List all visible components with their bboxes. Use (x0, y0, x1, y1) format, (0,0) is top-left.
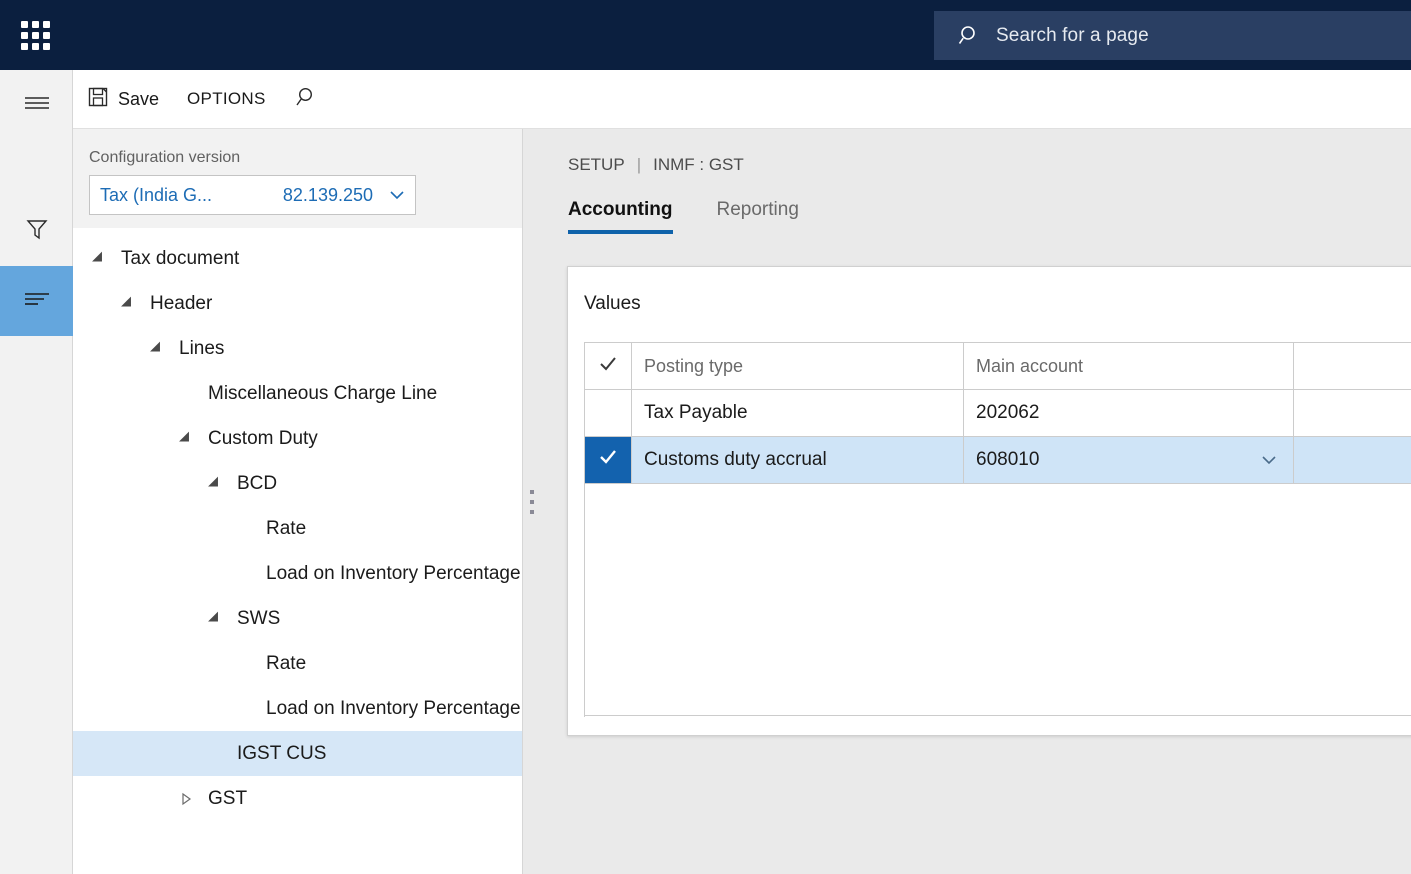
tree-node-label: Load on Inventory Percentage (266, 697, 521, 719)
tree-node[interactable]: Load on Inventory Percentage (73, 686, 522, 731)
column-header-posting-type[interactable]: Posting type (632, 343, 964, 390)
chevron-down-icon (387, 185, 407, 205)
tree-node[interactable]: IGST CUS (73, 731, 522, 776)
tree-node[interactable]: SWS (73, 596, 522, 641)
values-grid: Posting type Main account Tax Payable 202… (584, 342, 1411, 717)
tree-node-label: Header (150, 292, 213, 314)
row-select-checkbox[interactable] (585, 437, 632, 484)
save-floppy-icon (87, 86, 109, 113)
left-icon-rail (0, 70, 73, 874)
row-select-checkbox[interactable] (585, 390, 632, 437)
tree-node[interactable]: GST (73, 776, 522, 821)
cell-posting-type[interactable]: Customs duty accrual (632, 437, 964, 484)
app-launcher-grid-icon (20, 20, 50, 50)
checkmark-icon (598, 447, 618, 473)
tab-reporting[interactable]: Reporting (717, 199, 799, 234)
save-button-label: Save (118, 88, 160, 109)
tree-node-label: Load on Inventory Percentage (266, 562, 521, 584)
save-button[interactable]: Save (73, 70, 173, 128)
content-tabs: Accounting Reporting (540, 175, 1411, 234)
breadcrumb-separator: | (636, 155, 642, 174)
column-header-main-account[interactable]: Main account (964, 343, 1294, 390)
app-launcher-button[interactable] (0, 0, 70, 70)
breadcrumb-root[interactable]: SETUP (568, 155, 625, 175)
values-grid-empty-space (585, 484, 1411, 716)
tree-node[interactable]: Miscellaneous Charge Line (73, 371, 522, 416)
tree-expand-arrow-open-icon[interactable] (143, 341, 171, 356)
global-search-input[interactable]: Search for a page (934, 11, 1411, 60)
tree-node[interactable]: Tax document (73, 236, 522, 281)
rail-navigation-menu-button[interactable] (0, 70, 73, 140)
tree-expand-arrow-open-icon[interactable] (85, 251, 113, 266)
values-grid-header-row: Posting type Main account (585, 343, 1411, 390)
tree-panel: Configuration version Tax (India G... 82… (73, 129, 523, 874)
table-row[interactable]: Customs duty accrual 608010 (585, 437, 1411, 484)
global-search-placeholder: Search for a page (996, 24, 1149, 46)
values-card-title: Values (584, 293, 641, 314)
action-pane: Save OPTIONS (73, 70, 1411, 129)
main-content-area: SETUP | INMF : GST Accounting Reporting … (540, 129, 1411, 874)
tax-document-tree: Tax document Header Lines Miscellaneous Cha… (73, 228, 522, 874)
tree-node[interactable]: Lines (73, 326, 522, 371)
tree-expand-arrow-open-icon[interactable] (201, 611, 229, 626)
action-pane-search-button[interactable] (280, 70, 330, 128)
tree-node-label: IGST CUS (237, 742, 327, 764)
tree-node-label: Lines (179, 337, 225, 359)
tree-node-label: Custom Duty (208, 427, 318, 449)
hamburger-icon (24, 94, 50, 117)
cell-posting-type[interactable]: Tax Payable (632, 390, 964, 437)
cell-main-account[interactable]: 608010 (964, 437, 1294, 484)
options-menu-button[interactable]: OPTIONS (173, 70, 280, 128)
search-icon (958, 24, 982, 48)
column-header-empty (1294, 343, 1411, 390)
tree-expand-arrow-open-icon[interactable] (114, 296, 142, 311)
configuration-version-number: 82.139.250 (282, 184, 373, 205)
panel-splitter[interactable] (523, 129, 540, 874)
tree-expand-arrow-open-icon[interactable] (201, 476, 229, 491)
chevron-down-icon[interactable] (1259, 450, 1279, 470)
cell-main-account[interactable]: 202062 (964, 390, 1294, 437)
tree-node-label: Tax document (121, 247, 240, 269)
rail-filter-button[interactable] (0, 196, 73, 266)
options-button-label: OPTIONS (187, 89, 266, 108)
tree-node[interactable]: Rate (73, 641, 522, 686)
list-outline-icon (24, 290, 50, 313)
table-row[interactable]: Tax Payable 202062 (585, 390, 1411, 437)
tree-node-label: Rate (266, 517, 307, 539)
top-navigation-bar: Search for a page (0, 0, 1411, 70)
tree-node[interactable]: Header (73, 281, 522, 326)
tree-node[interactable]: Load on Inventory Percentage (73, 551, 522, 596)
tree-node[interactable]: Custom Duty (73, 416, 522, 461)
checkmark-icon (598, 354, 618, 379)
cell-empty (1294, 390, 1411, 437)
select-all-checkbox-header[interactable] (585, 343, 632, 390)
tree-expand-arrow-open-icon[interactable] (172, 431, 200, 446)
tree-node-label: BCD (237, 472, 278, 494)
tree-expand-arrow-closed-icon[interactable] (172, 792, 200, 806)
tree-node-label: Miscellaneous Charge Line (208, 382, 438, 404)
search-icon (294, 86, 316, 113)
configuration-version-select[interactable]: Tax (India G... 82.139.250 (89, 175, 416, 215)
tree-node-label: GST (208, 787, 248, 809)
tree-node[interactable]: Rate (73, 506, 522, 551)
drag-handle-dots-icon (529, 489, 534, 514)
configuration-version-area: Configuration version Tax (India G... 82… (73, 129, 522, 228)
tree-node-label: Rate (266, 652, 307, 674)
cell-empty (1294, 437, 1411, 484)
tree-node[interactable]: BCD (73, 461, 522, 506)
tab-accounting[interactable]: Accounting (568, 199, 673, 234)
funnel-icon (25, 217, 49, 246)
rail-outline-button[interactable] (0, 266, 73, 336)
tree-node-label: SWS (237, 607, 281, 629)
breadcrumb: SETUP | INMF : GST (540, 129, 1411, 175)
cell-main-account-value: 608010 (976, 449, 1040, 470)
configuration-version-name: Tax (India G... (100, 184, 213, 205)
cell-main-account-value: 202062 (976, 402, 1040, 423)
values-card: Values Posting type Main account Tax Pay… (567, 266, 1411, 736)
configuration-version-label: Configuration version (89, 149, 241, 166)
breadcrumb-current: INMF : GST (653, 155, 744, 174)
